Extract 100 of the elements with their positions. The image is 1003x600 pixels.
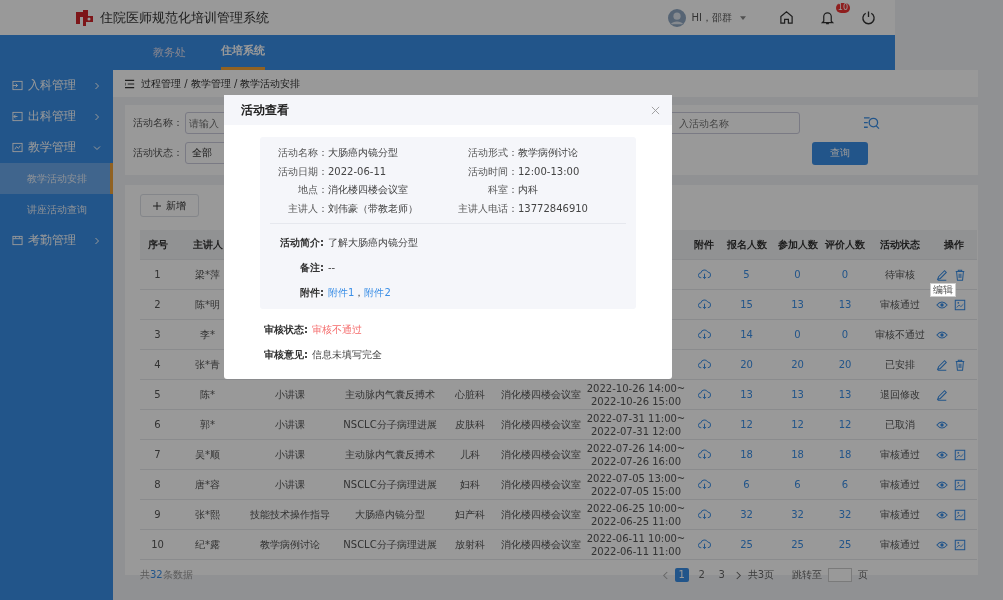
sidebar-item[interactable]: 入科管理	[0, 70, 113, 101]
table-cell: 小讲课	[275, 477, 305, 492]
image-icon[interactable]	[954, 448, 966, 461]
table-cell[interactable]: 20	[775, 359, 820, 370]
eye-icon[interactable]	[936, 298, 948, 311]
cloud-download-icon[interactable]	[697, 329, 711, 340]
table-cell-text: 6	[153, 419, 162, 430]
table-cell[interactable]: 13	[775, 389, 820, 400]
previous-page-icon[interactable]	[661, 570, 669, 580]
cloud-download-icon[interactable]	[697, 449, 711, 460]
column-header: 活动状态	[879, 237, 921, 252]
table-cell[interactable]: 6	[718, 479, 775, 490]
edit-icon[interactable]	[936, 358, 948, 371]
table-cell[interactable]: 13	[718, 389, 775, 400]
separator: ，	[354, 285, 365, 300]
add-button[interactable]: 新增	[140, 194, 199, 217]
sidebar-item[interactable]: 教学管理	[0, 132, 113, 163]
cloud-download-icon[interactable]	[697, 419, 711, 430]
table-cell[interactable]: 18	[820, 449, 870, 460]
table-cell: 妇产科	[455, 507, 485, 522]
eye-icon[interactable]	[936, 448, 948, 461]
table-cell[interactable]: 6	[820, 479, 870, 490]
table-cell: 儿科	[460, 447, 480, 462]
query-button[interactable]: 查询	[812, 141, 868, 165]
table-cell[interactable]: 32	[820, 509, 870, 520]
table-cell[interactable]: 25	[718, 539, 775, 550]
image-icon[interactable]	[954, 538, 966, 551]
cloud-download-icon[interactable]	[697, 539, 711, 550]
table-cell[interactable]: 25	[775, 539, 820, 550]
attachment-link[interactable]: 附件1	[328, 285, 355, 300]
edit-icon[interactable]	[936, 268, 948, 281]
sidebar-subitem[interactable]: 教学活动安排	[0, 163, 113, 194]
attachment-link[interactable]: 附件2	[364, 285, 391, 300]
power-icon[interactable]	[861, 10, 876, 25]
table-cell: NSCLC分子病理进展	[343, 537, 437, 552]
bell-icon[interactable]	[820, 10, 835, 25]
image-icon[interactable]	[954, 298, 966, 311]
next-page-icon[interactable]	[734, 570, 742, 580]
table-cell[interactable]: 18	[718, 449, 775, 460]
cloud-download-icon[interactable]	[697, 299, 711, 310]
table-cell[interactable]: 25	[820, 539, 870, 550]
table-cell[interactable]: 0	[775, 329, 820, 340]
table-cell[interactable]: 32	[718, 509, 775, 520]
nav-tab[interactable]: 教务处	[153, 35, 186, 70]
table-cell-text: 3	[153, 329, 162, 340]
sidebar-subitem[interactable]: 讲座活动查询	[0, 194, 113, 225]
image-icon[interactable]	[954, 478, 966, 491]
field-value: 信息未填写完全	[312, 347, 382, 362]
image-icon[interactable]	[954, 508, 966, 521]
eye-icon[interactable]	[936, 418, 948, 431]
table-cell[interactable]: 18	[775, 449, 820, 460]
table-cell[interactable]: 0	[820, 269, 870, 280]
cloud-download-icon[interactable]	[697, 269, 711, 280]
field-value: 消化楼四楼会议室	[328, 183, 409, 197]
field-label: 科室：	[487, 183, 518, 197]
close-icon[interactable]	[651, 105, 660, 115]
table-cell[interactable]: 12	[718, 419, 775, 430]
trash-icon[interactable]	[954, 268, 966, 281]
eye-icon[interactable]	[936, 328, 948, 341]
table-cell[interactable]: 12	[775, 419, 820, 430]
field-label: 附件:	[299, 285, 324, 300]
table-cell[interactable]: 15	[718, 299, 775, 310]
edit-icon[interactable]	[936, 388, 948, 401]
table-cell: 小讲课	[275, 447, 305, 462]
table-cell[interactable]: 32	[775, 509, 820, 520]
search-icon[interactable]	[863, 115, 880, 131]
table-cell[interactable]: 13	[775, 299, 820, 310]
eye-icon[interactable]	[936, 508, 948, 521]
page-button[interactable]: 1	[674, 568, 689, 582]
avatar-icon[interactable]	[667, 8, 686, 27]
trash-icon[interactable]	[954, 358, 966, 371]
cloud-download-icon[interactable]	[697, 389, 711, 400]
table-cell: 皮肤科	[455, 417, 485, 432]
table-cell[interactable]: 12	[820, 419, 870, 430]
cloud-download-icon[interactable]	[697, 509, 711, 520]
table-cell[interactable]: 20	[820, 359, 870, 370]
table-cell[interactable]: 13	[820, 299, 870, 310]
cloud-download-icon[interactable]	[697, 359, 711, 370]
table-cell[interactable]: 14	[718, 329, 775, 340]
table-cell[interactable]: 0	[820, 329, 870, 340]
table-cell: NSCLC分子病理进展	[343, 417, 437, 432]
sidebar-item[interactable]: 考勤管理	[0, 225, 113, 256]
page-button[interactable]: 2	[694, 568, 709, 582]
caret-icon[interactable]	[740, 15, 746, 20]
page-input-field[interactable]	[828, 568, 852, 582]
table-cell[interactable]: 5	[718, 269, 775, 280]
page-button[interactable]: 3	[714, 568, 729, 582]
table-cell[interactable]: 6	[775, 479, 820, 490]
table-cell[interactable]: 20	[718, 359, 775, 370]
table-cell: 2022-07-31 11:00~ 2022-07-31 12:00	[586, 411, 686, 438]
table-cell[interactable]: 13	[820, 389, 870, 400]
eye-icon[interactable]	[936, 538, 948, 551]
sidebar-item[interactable]: 出科管理	[0, 101, 113, 132]
menu-icon[interactable]	[125, 78, 136, 89]
user-name[interactable]: HI，邵群	[691, 10, 732, 25]
field-label: 活动名称：	[133, 116, 184, 130]
home-icon[interactable]	[779, 10, 794, 25]
table-cell[interactable]: 0	[775, 269, 820, 280]
eye-icon[interactable]	[936, 478, 948, 491]
cloud-download-icon[interactable]	[697, 479, 711, 490]
